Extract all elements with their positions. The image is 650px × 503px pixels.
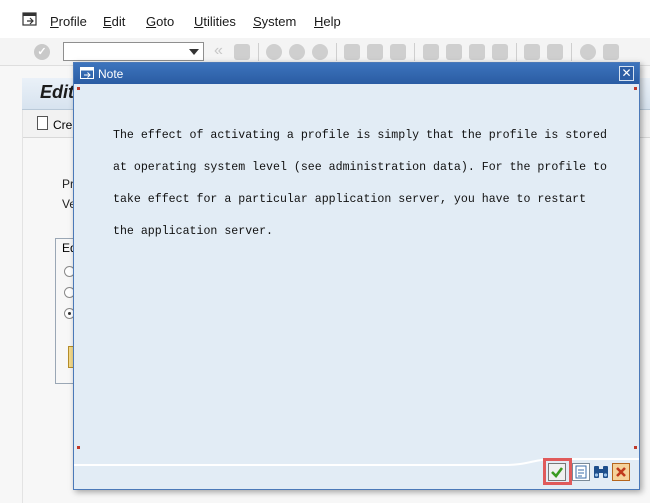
create-button-label[interactable]: Cre (53, 118, 72, 132)
menu-profile[interactable]: Profile (50, 14, 87, 29)
toolbar-divider (571, 43, 572, 61)
message-line: the application server. (113, 225, 274, 238)
message-line: take effect for a particular application… (113, 193, 587, 206)
continue-button[interactable] (548, 463, 566, 481)
close-icon[interactable]: ✕ (619, 66, 634, 81)
menu-bar: Profile Edit Goto Utilities System Help (0, 0, 650, 38)
dialog-footer (74, 455, 639, 489)
double-left-icon[interactable]: « (214, 42, 223, 60)
menu-exit-icon[interactable] (22, 12, 38, 26)
toolbar-divider (414, 43, 415, 61)
cancel-x-icon (616, 467, 626, 477)
find-button[interactable] (592, 463, 610, 481)
save-icon[interactable] (234, 44, 250, 60)
document-button[interactable] (572, 463, 590, 481)
next-page-icon[interactable] (469, 44, 485, 60)
menu-system[interactable]: System (253, 14, 296, 29)
note-dialog: Note ✕ The effect of activating a profil… (73, 62, 640, 490)
toolbar-divider (258, 43, 259, 61)
find-next-icon[interactable] (390, 44, 406, 60)
toolbar-divider (516, 43, 517, 61)
cancel-button[interactable] (612, 463, 630, 481)
checkmark-icon (551, 467, 564, 478)
message-line: The effect of activating a profile is si… (113, 129, 607, 142)
binoculars-icon (594, 466, 608, 478)
find-icon[interactable] (367, 44, 383, 60)
help-icon[interactable] (580, 44, 596, 60)
menu-edit[interactable]: Edit (103, 14, 125, 29)
command-field[interactable] (63, 42, 204, 61)
new-session-icon[interactable] (524, 44, 540, 60)
dialog-title: Note (98, 67, 124, 81)
dialog-title-bar[interactable]: Note ✕ (74, 63, 639, 84)
last-page-icon[interactable] (492, 44, 508, 60)
menu-goto[interactable]: Goto (146, 14, 174, 29)
message-line: at operating system level (see administr… (113, 161, 607, 174)
toolbar-divider (336, 43, 337, 61)
layout-menu-icon[interactable] (603, 44, 619, 60)
corner-mark (634, 87, 637, 90)
back-icon[interactable] (266, 44, 282, 60)
screen-left-border (22, 110, 23, 503)
screen-title: Edit (40, 82, 74, 102)
cancel-icon[interactable] (312, 44, 328, 60)
create-icon[interactable] (37, 116, 48, 130)
previous-page-icon[interactable] (446, 44, 462, 60)
menu-utilities[interactable]: Utilities (194, 14, 236, 29)
window-icon (80, 67, 94, 79)
chevron-down-icon[interactable] (189, 49, 199, 55)
enter-icon[interactable]: ✓ (34, 44, 50, 60)
exit-icon[interactable] (289, 44, 305, 60)
dialog-message-area: The effect of activating a profile is si… (77, 87, 637, 457)
first-page-icon[interactable] (423, 44, 439, 60)
document-icon (575, 465, 587, 479)
corner-mark (77, 446, 80, 449)
corner-mark (634, 446, 637, 449)
shortcut-icon[interactable] (547, 44, 563, 60)
print-icon[interactable] (344, 44, 360, 60)
corner-mark (77, 87, 80, 90)
menu-help[interactable]: Help (314, 14, 341, 29)
